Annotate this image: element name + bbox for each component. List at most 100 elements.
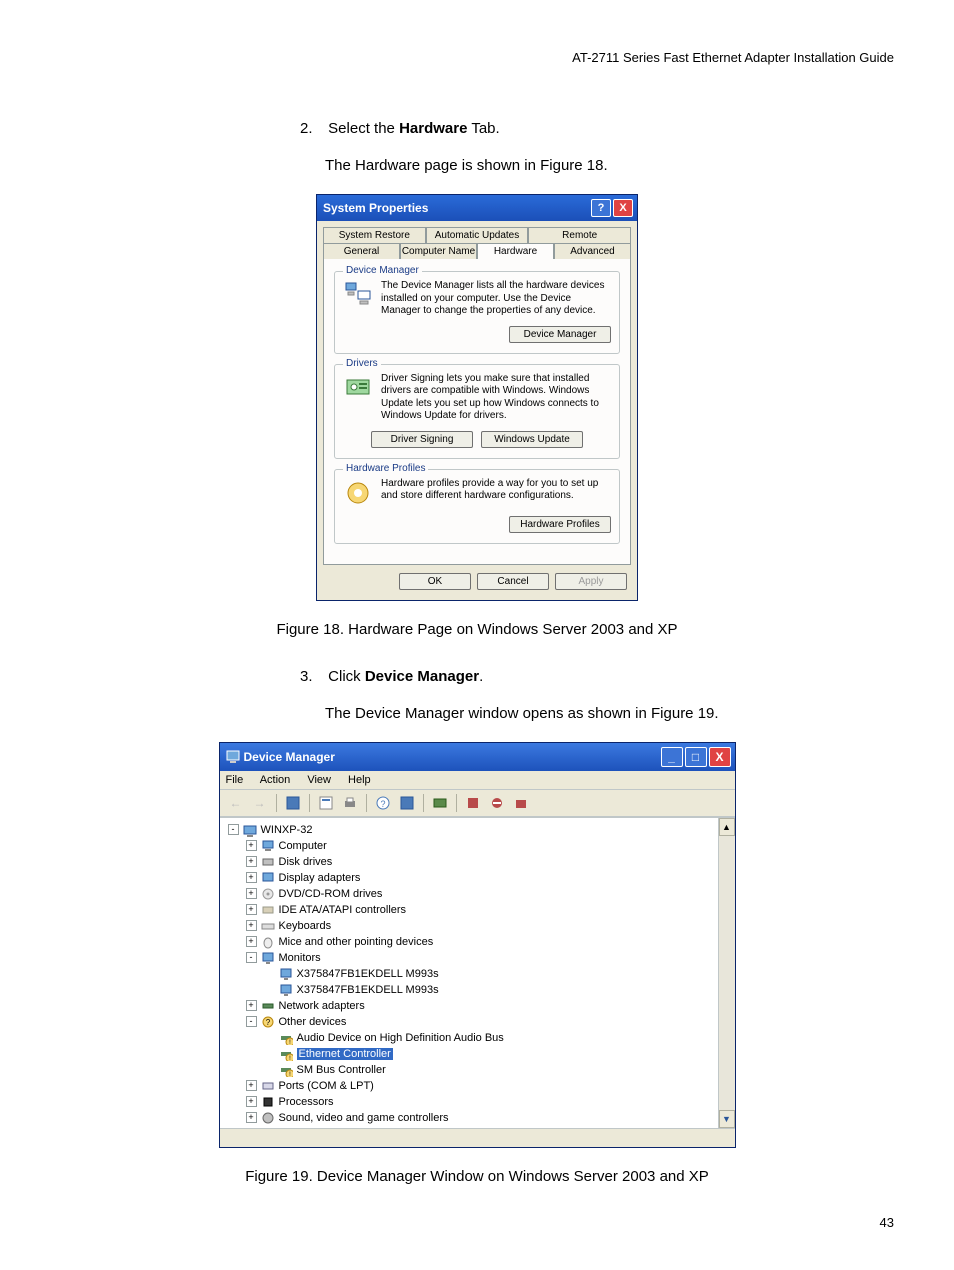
tree-node[interactable]: +Processors — [222, 1094, 716, 1110]
forward-icon[interactable]: → — [250, 793, 270, 813]
expand-icon[interactable] — [266, 1033, 275, 1042]
hardware-profiles-button[interactable]: Hardware Profiles — [509, 516, 611, 533]
tree-node[interactable]: + Mice and other pointing devices — [222, 934, 716, 950]
hardware-tab-panel: Device Manager The Device Manager lists … — [323, 258, 631, 565]
minimize-button[interactable]: _ — [661, 747, 683, 767]
update-driver-icon[interactable] — [511, 793, 531, 813]
tree-node[interactable]: +Computer — [222, 838, 716, 854]
expand-icon[interactable] — [266, 1049, 275, 1058]
tree-node[interactable]: X375847FB1EKDELL M993s — [222, 982, 716, 998]
expand-icon[interactable]: + — [246, 872, 257, 883]
cancel-button[interactable]: Cancel — [477, 573, 549, 590]
tree-node-label: Ports (COM & LPT) — [279, 1080, 374, 1092]
tab-row-bottom: General Computer Name Hardware Advanced — [323, 243, 631, 259]
tree-node[interactable]: +Sound, video and game controllers — [222, 1110, 716, 1126]
expand-icon[interactable] — [266, 969, 275, 978]
tree-node-label: Monitors — [279, 952, 321, 964]
device-manager-icon — [343, 280, 373, 310]
driver-signing-button[interactable]: Driver Signing — [371, 431, 473, 448]
tree-node[interactable]: -?Other devices — [222, 1014, 716, 1030]
menu-help[interactable]: Help — [348, 774, 371, 786]
tree-root[interactable]: - WINXP-32 — [222, 822, 716, 838]
dialog-titlebar[interactable]: System Properties ? X — [317, 195, 637, 221]
close-button[interactable]: X — [613, 199, 633, 217]
tree-node[interactable]: - Monitors — [222, 950, 716, 966]
uninstall-icon[interactable] — [463, 793, 483, 813]
expand-icon[interactable]: - — [228, 824, 239, 835]
tree-node[interactable]: +Disk drives — [222, 854, 716, 870]
tree-node-label: Other devices — [279, 1016, 347, 1028]
hardware-profiles-group: Hardware Profiles Hardware profiles prov… — [334, 469, 620, 544]
back-icon[interactable]: ← — [226, 793, 246, 813]
windows-update-button[interactable]: Windows Update — [481, 431, 583, 448]
tree-node[interactable]: !Ethernet Controller — [222, 1046, 716, 1062]
help-button[interactable]: ? — [591, 199, 611, 217]
expand-icon[interactable]: + — [246, 840, 257, 851]
tree-node[interactable]: +Keyboards — [222, 918, 716, 934]
tab-general[interactable]: General — [323, 243, 400, 259]
svg-text:?: ? — [380, 799, 385, 809]
tab-automatic-updates[interactable]: Automatic Updates — [426, 227, 529, 243]
expand-icon[interactable] — [266, 985, 275, 994]
tab-advanced[interactable]: Advanced — [554, 243, 631, 259]
expand-icon[interactable] — [266, 1065, 275, 1074]
expand-icon[interactable]: + — [246, 888, 257, 899]
devmgr-titlebar[interactable]: Device Manager _ □ X — [220, 743, 735, 771]
menu-action[interactable]: Action — [260, 774, 291, 786]
page-header: AT-2711 Series Fast Ethernet Adapter Ins… — [60, 50, 894, 65]
expand-icon[interactable]: + — [246, 936, 257, 947]
tree-node[interactable]: + Ports (COM & LPT) — [222, 1078, 716, 1094]
expand-icon[interactable]: + — [246, 1096, 257, 1107]
expand-icon[interactable]: - — [246, 1016, 257, 1027]
hardware-profiles-icon — [343, 478, 373, 508]
disable-icon[interactable] — [487, 793, 507, 813]
tab-system-restore[interactable]: System Restore — [323, 227, 426, 243]
up-icon[interactable] — [283, 793, 303, 813]
warn-icon: ! — [279, 1063, 293, 1077]
tab-remote[interactable]: Remote — [528, 227, 631, 243]
tree-node[interactable]: +Display adapters — [222, 870, 716, 886]
network-icon — [261, 999, 275, 1013]
print-icon[interactable] — [340, 793, 360, 813]
expand-icon[interactable]: + — [246, 1000, 257, 1011]
menu-file[interactable]: File — [226, 774, 244, 786]
expand-icon[interactable]: + — [246, 856, 257, 867]
close-button[interactable]: X — [709, 747, 731, 767]
tree-node[interactable]: +DVD/CD-ROM drives — [222, 886, 716, 902]
scan-icon[interactable] — [397, 793, 417, 813]
apply-button[interactable]: Apply — [555, 573, 627, 590]
expand-icon[interactable]: + — [246, 1112, 257, 1123]
tab-hardware[interactable]: Hardware — [477, 243, 554, 259]
expand-icon[interactable]: + — [246, 904, 257, 915]
tree-node[interactable]: !Audio Device on High Definition Audio B… — [222, 1030, 716, 1046]
properties-icon[interactable] — [316, 793, 336, 813]
device-manager-button[interactable]: Device Manager — [509, 326, 611, 343]
scrollbar[interactable]: ▲ ▼ — [718, 818, 735, 1128]
expand-icon[interactable]: - — [246, 952, 257, 963]
tree-node[interactable]: !SM Bus Controller — [222, 1062, 716, 1078]
help-icon[interactable]: ? — [373, 793, 393, 813]
device-tree[interactable]: - WINXP-32 +Computer+Disk drives+Display a… — [220, 818, 718, 1128]
step-3-desc: The Device Manager window opens as shown… — [325, 705, 894, 722]
expand-icon[interactable]: + — [246, 1080, 257, 1091]
tree-node[interactable]: +Storage volumes — [222, 1126, 716, 1128]
step-2-num: 2. — [300, 120, 324, 137]
tree-root-label: WINXP-32 — [261, 824, 313, 836]
menu-view[interactable]: View — [307, 774, 331, 786]
step-2-bold: Hardware — [399, 120, 467, 137]
tree-node-label: Network adapters — [279, 1000, 365, 1012]
maximize-button[interactable]: □ — [685, 747, 707, 767]
tab-computer-name[interactable]: Computer Name — [400, 243, 477, 259]
step-2: 2. Select the Hardware Tab. — [300, 120, 894, 137]
sound-icon — [261, 1111, 275, 1125]
expand-icon[interactable]: + — [246, 920, 257, 931]
tree-node[interactable]: +IDE ATA/ATAPI controllers — [222, 902, 716, 918]
display-icon — [261, 871, 275, 885]
tree-node-label: Mice and other pointing devices — [279, 936, 434, 948]
ok-button[interactable]: OK — [399, 573, 471, 590]
scroll-down-icon[interactable]: ▼ — [719, 1110, 735, 1128]
tree-node[interactable]: + Network adapters — [222, 998, 716, 1014]
tree-node[interactable]: X375847FB1EKDELL M993s — [222, 966, 716, 982]
scroll-up-icon[interactable]: ▲ — [719, 818, 735, 836]
refresh-icon[interactable] — [430, 793, 450, 813]
